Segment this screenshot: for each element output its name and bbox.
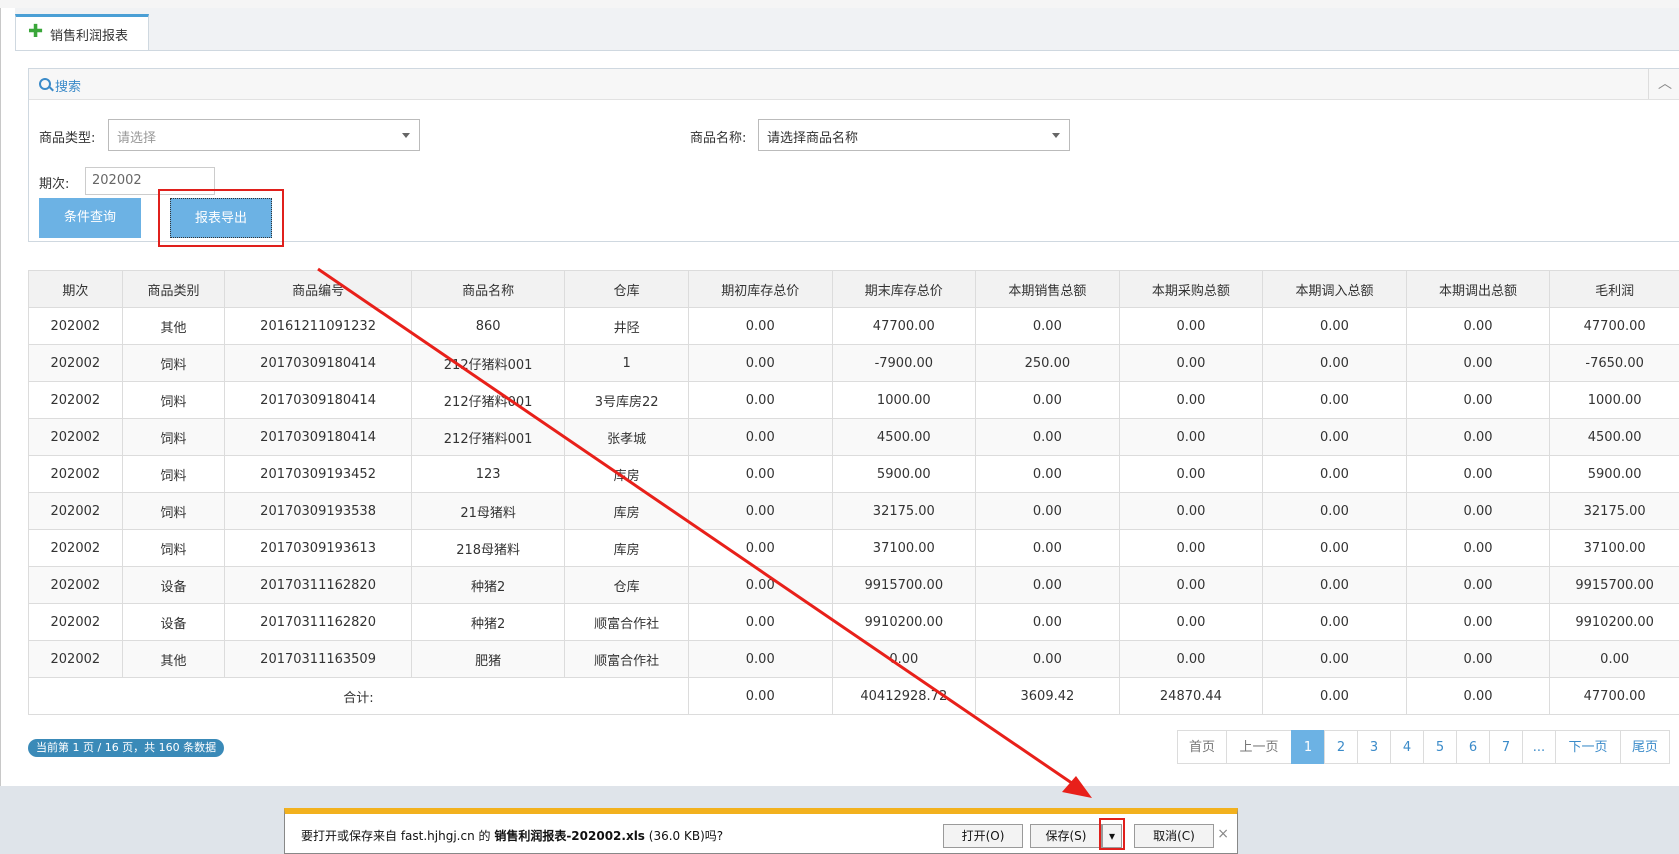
dropdown-highlight-box (1099, 818, 1125, 850)
annotation-arrow (317, 267, 1092, 798)
download-message: 要打开或保存来自 fast.hjhgj.cn 的 销售利润报表-202002.x… (301, 829, 724, 843)
download-filename: 销售利润报表-202002.xls (494, 829, 645, 843)
open-button[interactable]: 打开(O) (943, 824, 1023, 848)
save-button[interactable]: 保存(S) (1030, 824, 1102, 848)
download-notification-bar: 要打开或保存来自 fast.hjhgj.cn 的 销售利润报表-202002.x… (284, 808, 1238, 854)
close-icon[interactable]: × (1217, 826, 1229, 842)
cancel-button[interactable]: 取消(C) (1134, 824, 1214, 848)
